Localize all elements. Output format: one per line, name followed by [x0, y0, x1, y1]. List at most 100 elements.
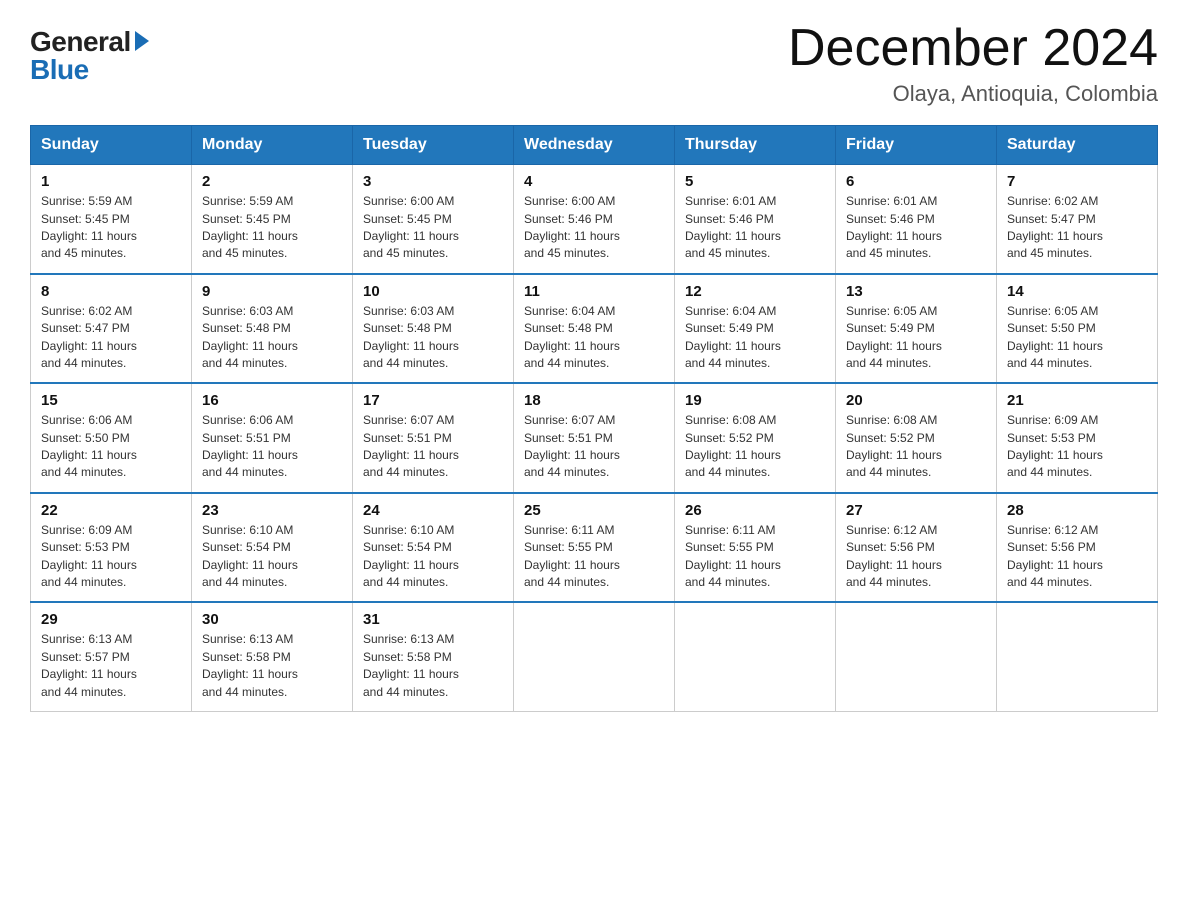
- header-cell-saturday: Saturday: [997, 126, 1158, 165]
- calendar-day-cell: 15 Sunrise: 6:06 AM Sunset: 5:50 PM Dayli…: [31, 383, 192, 493]
- header-row: SundayMondayTuesdayWednesdayThursdayFrid…: [31, 126, 1158, 165]
- day-info: Sunrise: 6:03 AM Sunset: 5:48 PM Dayligh…: [202, 303, 342, 373]
- day-info: Sunrise: 6:04 AM Sunset: 5:48 PM Dayligh…: [524, 303, 664, 373]
- day-number: 26: [685, 502, 825, 519]
- day-number: 15: [41, 392, 181, 409]
- calendar-day-cell: 28 Sunrise: 6:12 AM Sunset: 5:56 PM Dayli…: [997, 493, 1158, 603]
- day-number: 5: [685, 173, 825, 190]
- calendar-day-cell: 2 Sunrise: 5:59 AM Sunset: 5:45 PM Daylig…: [192, 165, 353, 274]
- calendar-day-cell: 4 Sunrise: 6:00 AM Sunset: 5:46 PM Daylig…: [514, 165, 675, 274]
- calendar-table: SundayMondayTuesdayWednesdayThursdayFrid…: [30, 125, 1158, 712]
- header-cell-monday: Monday: [192, 126, 353, 165]
- day-info: Sunrise: 6:13 AM Sunset: 5:58 PM Dayligh…: [363, 631, 503, 701]
- calendar-day-cell: 10Sunrise: 6:03 AM Sunset: 5:48 PM Dayli…: [353, 274, 514, 384]
- calendar-day-cell: 3 Sunrise: 6:00 AM Sunset: 5:45 PM Daylig…: [353, 165, 514, 274]
- calendar-week-row: 29Sunrise: 6:13 AM Sunset: 5:57 PM Dayli…: [31, 602, 1158, 711]
- day-info: Sunrise: 6:12 AM Sunset: 5:56 PM Dayligh…: [846, 522, 986, 592]
- day-info: Sunrise: 6:11 AM Sunset: 5:55 PM Dayligh…: [524, 522, 664, 592]
- day-number: 22: [41, 502, 181, 519]
- day-number: 30: [202, 611, 342, 628]
- day-number: 20: [846, 392, 986, 409]
- day-number: 24: [363, 502, 503, 519]
- calendar-day-cell: 11 Sunrise: 6:04 AM Sunset: 5:48 PM Dayli…: [514, 274, 675, 384]
- calendar-day-cell: [514, 602, 675, 711]
- day-number: 2: [202, 173, 342, 190]
- calendar-day-cell: 26 Sunrise: 6:11 AM Sunset: 5:55 PM Dayli…: [675, 493, 836, 603]
- calendar-day-cell: 5 Sunrise: 6:01 AM Sunset: 5:46 PM Daylig…: [675, 165, 836, 274]
- day-info: Sunrise: 6:09 AM Sunset: 5:53 PM Dayligh…: [41, 522, 181, 592]
- day-info: Sunrise: 6:13 AM Sunset: 5:58 PM Dayligh…: [202, 631, 342, 701]
- calendar-day-cell: 9 Sunrise: 6:03 AM Sunset: 5:48 PM Daylig…: [192, 274, 353, 384]
- day-info: Sunrise: 6:06 AM Sunset: 5:51 PM Dayligh…: [202, 412, 342, 482]
- calendar-day-cell: 16 Sunrise: 6:06 AM Sunset: 5:51 PM Dayli…: [192, 383, 353, 493]
- calendar-day-cell: 31 Sunrise: 6:13 AM Sunset: 5:58 PM Dayli…: [353, 602, 514, 711]
- calendar-day-cell: [836, 602, 997, 711]
- day-number: 25: [524, 502, 664, 519]
- calendar-day-cell: 25 Sunrise: 6:11 AM Sunset: 5:55 PM Dayli…: [514, 493, 675, 603]
- calendar-day-cell: 23 Sunrise: 6:10 AM Sunset: 5:54 PM Dayli…: [192, 493, 353, 603]
- day-number: 7: [1007, 173, 1147, 190]
- page-header: General Blue December 2024 Olaya, Antioq…: [30, 20, 1158, 107]
- calendar-day-cell: 13Sunrise: 6:05 AM Sunset: 5:49 PM Dayli…: [836, 274, 997, 384]
- day-number: 28: [1007, 502, 1147, 519]
- day-number: 16: [202, 392, 342, 409]
- day-number: 3: [363, 173, 503, 190]
- calendar-title: December 2024: [788, 20, 1158, 77]
- day-number: 31: [363, 611, 503, 628]
- day-number: 4: [524, 173, 664, 190]
- day-info: Sunrise: 6:02 AM Sunset: 5:47 PM Dayligh…: [1007, 193, 1147, 263]
- calendar-day-cell: 30 Sunrise: 6:13 AM Sunset: 5:58 PM Dayli…: [192, 602, 353, 711]
- day-number: 8: [41, 283, 181, 300]
- day-info: Sunrise: 6:08 AM Sunset: 5:52 PM Dayligh…: [846, 412, 986, 482]
- calendar-day-cell: 22 Sunrise: 6:09 AM Sunset: 5:53 PM Dayli…: [31, 493, 192, 603]
- day-info: Sunrise: 6:07 AM Sunset: 5:51 PM Dayligh…: [363, 412, 503, 482]
- calendar-week-row: 15 Sunrise: 6:06 AM Sunset: 5:50 PM Dayli…: [31, 383, 1158, 493]
- header-cell-friday: Friday: [836, 126, 997, 165]
- day-info: Sunrise: 6:07 AM Sunset: 5:51 PM Dayligh…: [524, 412, 664, 482]
- logo-blue: Blue: [30, 56, 89, 84]
- logo-triangle-icon: [135, 31, 149, 51]
- calendar-day-cell: 18 Sunrise: 6:07 AM Sunset: 5:51 PM Dayli…: [514, 383, 675, 493]
- calendar-day-cell: 21 Sunrise: 6:09 AM Sunset: 5:53 PM Dayli…: [997, 383, 1158, 493]
- calendar-subtitle: Olaya, Antioquia, Colombia: [788, 81, 1158, 107]
- day-info: Sunrise: 6:13 AM Sunset: 5:57 PM Dayligh…: [41, 631, 181, 701]
- day-number: 21: [1007, 392, 1147, 409]
- logo-general: General: [30, 28, 131, 56]
- calendar-week-row: 1Sunrise: 5:59 AM Sunset: 5:45 PM Daylig…: [31, 165, 1158, 274]
- day-info: Sunrise: 5:59 AM Sunset: 5:45 PM Dayligh…: [202, 193, 342, 263]
- calendar-day-cell: 12 Sunrise: 6:04 AM Sunset: 5:49 PM Dayli…: [675, 274, 836, 384]
- title-area: December 2024 Olaya, Antioquia, Colombia: [788, 20, 1158, 107]
- calendar-day-cell: 29Sunrise: 6:13 AM Sunset: 5:57 PM Dayli…: [31, 602, 192, 711]
- calendar-day-cell: [997, 602, 1158, 711]
- day-info: Sunrise: 6:01 AM Sunset: 5:46 PM Dayligh…: [685, 193, 825, 263]
- day-info: Sunrise: 6:04 AM Sunset: 5:49 PM Dayligh…: [685, 303, 825, 373]
- day-info: Sunrise: 6:06 AM Sunset: 5:50 PM Dayligh…: [41, 412, 181, 482]
- day-info: Sunrise: 6:09 AM Sunset: 5:53 PM Dayligh…: [1007, 412, 1147, 482]
- day-number: 9: [202, 283, 342, 300]
- calendar-header: SundayMondayTuesdayWednesdayThursdayFrid…: [31, 126, 1158, 165]
- logo: General Blue: [30, 20, 149, 84]
- day-info: Sunrise: 6:10 AM Sunset: 5:54 PM Dayligh…: [202, 522, 342, 592]
- day-info: Sunrise: 6:00 AM Sunset: 5:46 PM Dayligh…: [524, 193, 664, 263]
- day-number: 14: [1007, 283, 1147, 300]
- day-info: Sunrise: 6:11 AM Sunset: 5:55 PM Dayligh…: [685, 522, 825, 592]
- day-info: Sunrise: 5:59 AM Sunset: 5:45 PM Dayligh…: [41, 193, 181, 263]
- day-number: 18: [524, 392, 664, 409]
- calendar-day-cell: 7 Sunrise: 6:02 AM Sunset: 5:47 PM Daylig…: [997, 165, 1158, 274]
- day-info: Sunrise: 6:08 AM Sunset: 5:52 PM Dayligh…: [685, 412, 825, 482]
- header-cell-tuesday: Tuesday: [353, 126, 514, 165]
- day-number: 10: [363, 283, 503, 300]
- day-number: 12: [685, 283, 825, 300]
- day-number: 17: [363, 392, 503, 409]
- day-info: Sunrise: 6:05 AM Sunset: 5:49 PM Dayligh…: [846, 303, 986, 373]
- day-number: 23: [202, 502, 342, 519]
- day-info: Sunrise: 6:00 AM Sunset: 5:45 PM Dayligh…: [363, 193, 503, 263]
- day-info: Sunrise: 6:02 AM Sunset: 5:47 PM Dayligh…: [41, 303, 181, 373]
- day-number: 11: [524, 283, 664, 300]
- calendar-day-cell: 27Sunrise: 6:12 AM Sunset: 5:56 PM Dayli…: [836, 493, 997, 603]
- day-number: 19: [685, 392, 825, 409]
- calendar-body: 1Sunrise: 5:59 AM Sunset: 5:45 PM Daylig…: [31, 165, 1158, 712]
- day-info: Sunrise: 6:12 AM Sunset: 5:56 PM Dayligh…: [1007, 522, 1147, 592]
- header-cell-wednesday: Wednesday: [514, 126, 675, 165]
- header-cell-thursday: Thursday: [675, 126, 836, 165]
